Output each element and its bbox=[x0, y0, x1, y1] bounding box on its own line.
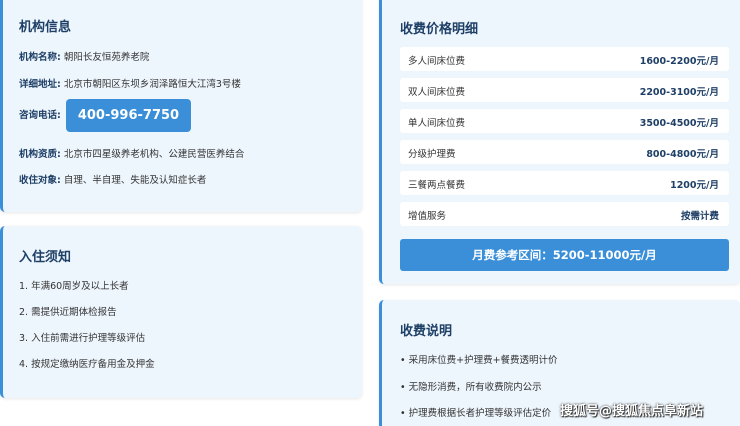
org-address-row: 详细地址: 北京市朝阳区东坝乡润泽路恒大江湾3号楼 bbox=[19, 76, 241, 90]
price-item-value: 按需计费 bbox=[680, 211, 719, 222]
org-name-label: 机构名称: bbox=[19, 52, 61, 63]
org-phone-row: 咨询电话: 400-996-7750 bbox=[19, 99, 192, 132]
price-details-title: 收费价格明细 bbox=[400, 22, 479, 37]
price-details-card: 收费价格明细 多人间床位费 1600-2200元/月 双人间床位费 2200-3… bbox=[379, 0, 740, 284]
org-qualification-label: 机构资质: bbox=[19, 149, 61, 160]
price-item-value: 800-4800元/月 bbox=[646, 149, 719, 160]
org-address-value: 北京市朝阳区东坝乡润泽路恒大江湾3号楼 bbox=[63, 79, 241, 90]
phone-button[interactable]: 400-996-7750 bbox=[65, 99, 192, 132]
org-info-title: 机构信息 bbox=[19, 20, 72, 35]
price-item-name: 双人间床位费 bbox=[408, 87, 466, 98]
price-item-name: 增值服务 bbox=[408, 211, 447, 222]
org-target-row: 收住对象: 自理、半自理、失能及认知症长者 bbox=[19, 172, 206, 186]
price-row: 分级护理费 800-4800元/月 bbox=[400, 140, 729, 164]
price-item-value: 1200元/月 bbox=[670, 180, 719, 191]
org-name-row: 机构名称: 朝阳长友恒苑养老院 bbox=[19, 49, 149, 63]
org-phone-label: 咨询电话: bbox=[19, 110, 61, 121]
org-info-card: 机构信息 机构名称: 朝阳长友恒苑养老院 详细地址: 北京市朝阳区东坝乡润泽路恒… bbox=[0, 0, 362, 212]
fee-item: • 无隐形消费，所有收费院内公示 bbox=[400, 382, 542, 393]
price-item-name: 多人间床位费 bbox=[408, 56, 466, 67]
admission-notes-title: 入住须知 bbox=[19, 250, 72, 265]
price-item-value: 3500-4500元/月 bbox=[639, 118, 719, 129]
admission-notes-card: 入住须知 1. 年满60周岁及以上长者 2. 需提供近期体检报告 3. 入住前需… bbox=[0, 226, 362, 398]
price-row: 三餐两点餐费 1200元/月 bbox=[400, 171, 729, 195]
note-item: 3. 入住前需进行护理等级评估 bbox=[19, 333, 146, 344]
fee-explanation-title: 收费说明 bbox=[400, 324, 453, 339]
price-row: 单人间床位费 3500-4500元/月 bbox=[400, 109, 729, 133]
org-name-value: 朝阳长友恒苑养老院 bbox=[63, 52, 150, 63]
price-row: 双人间床位费 2200-3100元/月 bbox=[400, 78, 729, 102]
note-item: 4. 按规定缴纳医疗备用金及押金 bbox=[19, 359, 155, 370]
price-item-name: 单人间床位费 bbox=[408, 118, 466, 129]
org-target-label: 收住对象: bbox=[19, 175, 61, 186]
org-target-value: 自理、半自理、失能及认知症长者 bbox=[63, 175, 207, 186]
price-item-value: 1600-2200元/月 bbox=[639, 56, 719, 67]
watermark: 搜狐号@搜狐焦点阜新站 bbox=[560, 404, 704, 419]
note-item: 2. 需提供近期体检报告 bbox=[19, 307, 117, 318]
org-qualification-row: 机构资质: 北京市四星级养老机构、公建民营医养结合 bbox=[19, 146, 244, 160]
fee-item: • 护理费根据长者护理等级评估定价 bbox=[400, 408, 552, 419]
org-address-label: 详细地址: bbox=[19, 79, 61, 90]
price-item-name: 分级护理费 bbox=[408, 149, 456, 160]
note-item: 1. 年满60周岁及以上长者 bbox=[19, 281, 129, 292]
org-qualification-value: 北京市四星级养老机构、公建民营医养结合 bbox=[63, 149, 245, 160]
price-item-name: 三餐两点餐费 bbox=[408, 180, 466, 191]
fee-item: • 采用床位费+护理费+餐费透明计价 bbox=[400, 355, 558, 366]
price-row: 增值服务 按需计费 bbox=[400, 202, 729, 226]
monthly-fee-range-banner: 月费参考区间：5200-11000元/月 bbox=[400, 239, 729, 271]
price-item-value: 2200-3100元/月 bbox=[639, 87, 719, 98]
price-row: 多人间床位费 1600-2200元/月 bbox=[400, 47, 729, 71]
